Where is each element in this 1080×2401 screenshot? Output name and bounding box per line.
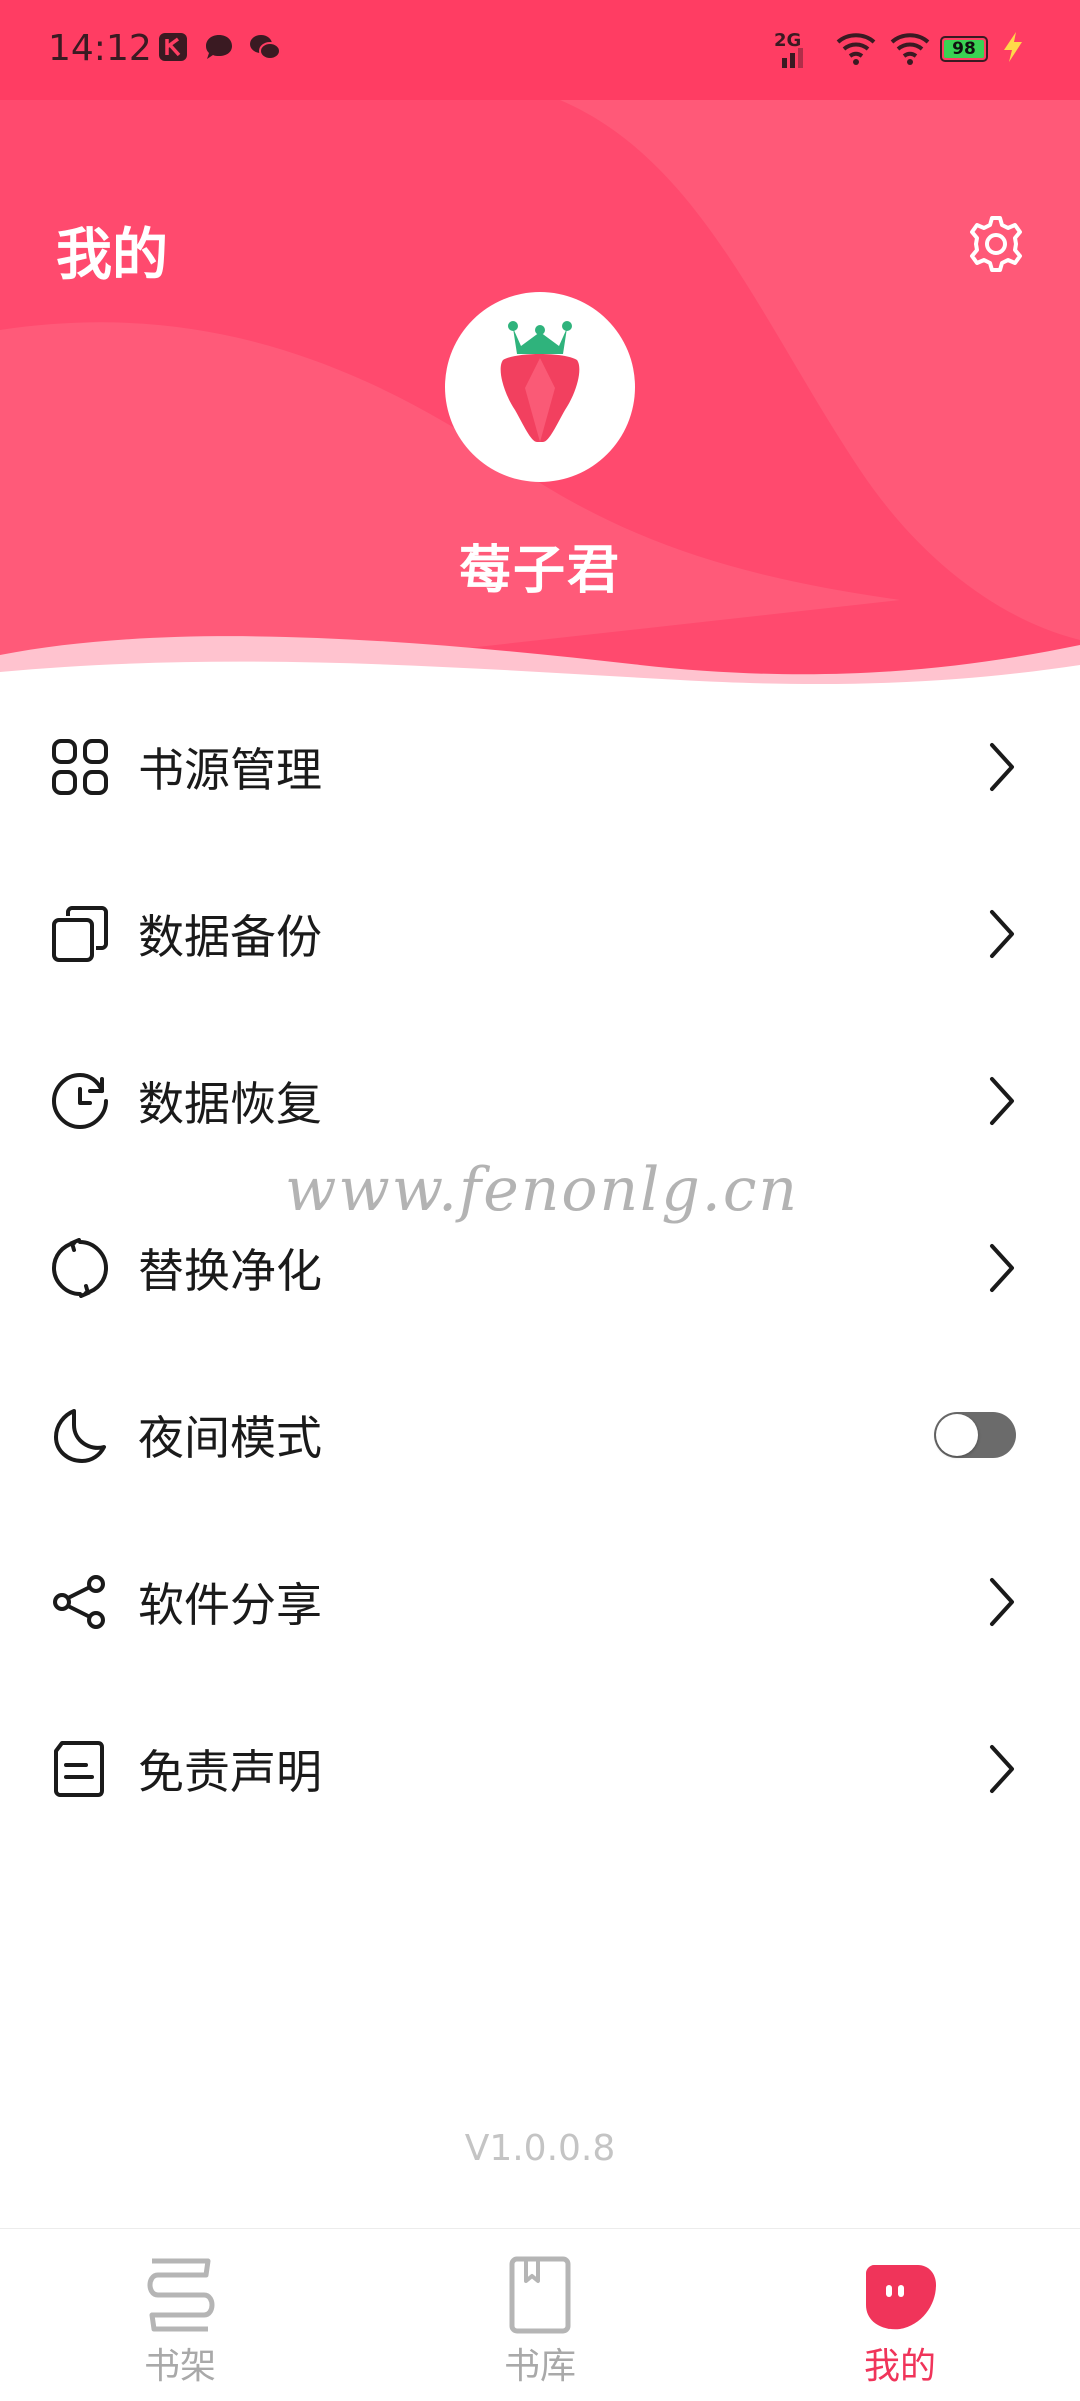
menu-item-label: 书源管理 [138,742,322,797]
gear-icon [970,216,1022,272]
bottom-navigation: 书架 书库 我的 [0,2228,1080,2401]
tab-library[interactable]: 书库 [360,2229,720,2401]
tab-label: 书库 [503,2346,576,2387]
menu-item-share-app[interactable]: 软件分享 [0,1518,1080,1685]
chevron-right-icon [990,1243,1014,1292]
tab-mine[interactable]: 我的 [720,2229,1080,2401]
status-time: 14:12 [48,28,152,69]
sync-icon [51,1237,109,1298]
menu-item-night-mode: 夜间模式 [0,1351,1080,1518]
copy-icon [52,905,108,962]
document-icon [54,1740,104,1797]
signal-icon [782,48,803,68]
library-book-icon [509,2256,571,2334]
wifi-icon [890,33,930,65]
profile-header: 14:12 2G 98 我的 莓子君 [0,0,1080,700]
share-icon [53,1574,105,1629]
tab-label: 我的 [863,2346,936,2387]
moon-icon [54,1408,106,1463]
menu-item-label: 软件分享 [138,1577,322,1632]
charging-icon [1004,32,1022,62]
menu-item-label: 数据恢复 [138,1076,322,1131]
settings-button[interactable] [964,212,1028,276]
menu-item-label: 数据备份 [138,909,322,964]
menu-item-label: 夜间模式 [138,1410,322,1465]
chevron-right-icon [990,742,1014,791]
version-label: V1.0.0.8 [464,2128,616,2169]
menu-item-label: 免责声明 [138,1744,322,1799]
grid-icon [52,738,108,795]
menu-item-book-source[interactable]: 书源管理 [0,683,1080,850]
night-mode-toggle[interactable] [934,1411,1016,1458]
strawberry-logo-icon [500,321,580,442]
avatar[interactable] [445,292,635,482]
toggle-knob [936,1413,978,1456]
menu-item-label: 替换净化 [138,1243,322,1298]
app-k-icon [159,33,187,61]
tab-label: 书架 [143,2346,216,2387]
settings-menu: 书源管理 数据备份 数据恢复 替换净化 夜间模式 软件分享 免责声明 [0,683,1080,1852]
wechat-icon [250,35,281,60]
menu-item-disclaimer[interactable]: 免责声明 [0,1685,1080,1852]
chevron-right-icon [990,1744,1014,1793]
username: 莓子君 [458,541,621,601]
restore-clock-icon [51,1072,108,1129]
status-bar: 14:12 2G 98 [0,0,1080,100]
page-title: 我的 [56,223,168,288]
chevron-right-icon [990,1076,1014,1125]
menu-item-data-backup[interactable]: 数据备份 [0,850,1080,1017]
battery-icon: 98 [940,36,988,62]
chevron-right-icon [990,909,1014,958]
wifi-icon [836,33,876,65]
battery-level: 98 [952,39,976,59]
watermark-text: www.fenonlg.cn [285,1155,800,1225]
chevron-right-icon [990,1577,1014,1626]
tab-bookshelf[interactable]: 书架 [0,2229,360,2401]
bookshelf-icon [147,2258,215,2332]
chat-bubble-icon [206,35,232,59]
profile-icon [866,2265,936,2330]
